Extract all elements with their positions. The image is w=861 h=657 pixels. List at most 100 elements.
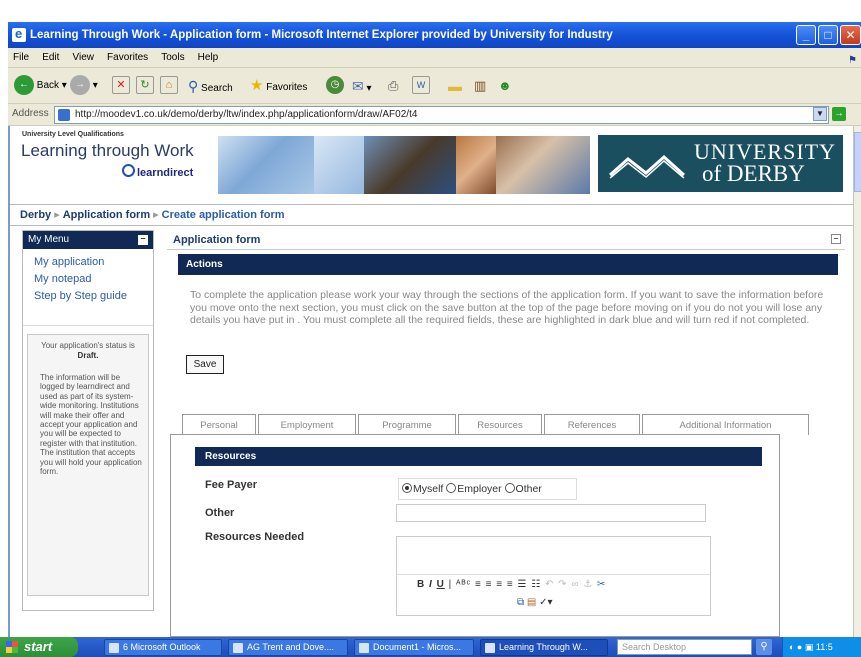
breadcrumb-separator-icon: ▸ [54, 209, 60, 221]
clock: 11:5 [815, 642, 833, 652]
bullet-list-icon[interactable]: ☰ [517, 579, 527, 590]
menu-link-my-application[interactable]: My application [23, 254, 153, 271]
anchor-icon[interactable]: ⚓ [583, 579, 593, 590]
fee-payer-label: Fee Payer [205, 479, 257, 491]
editor-toolbar: B I U | ᴬᴮᶜ ≡ ≡ ≡ ≡ ☰ ☷ ↶ ↷ ∞ ⚓ ✂ [417, 579, 607, 590]
spellcheck-icon[interactable]: ✓▾ [539, 597, 552, 608]
vertical-scrollbar[interactable] [853, 126, 861, 637]
university-of-derby-logo[interactable]: UNIVERSITY of DERBY [598, 135, 843, 192]
messenger-icon: ☻ [498, 78, 512, 93]
search-desktop-input[interactable]: Search Desktop [617, 639, 752, 655]
ltw-logo[interactable]: Learning through Work [21, 141, 194, 161]
messenger-button[interactable]: ☻ [498, 74, 512, 98]
numbered-list-icon[interactable]: ☷ [531, 579, 541, 590]
word-button[interactable]: W [412, 74, 430, 98]
underline-icon[interactable]: U [437, 579, 445, 590]
menu-view[interactable]: View [67, 48, 99, 68]
stop-button[interactable]: ✕ [112, 74, 130, 98]
justify-icon[interactable]: ≡ [507, 579, 514, 590]
breadcrumb-derby[interactable]: Derby [20, 209, 51, 221]
forward-button[interactable]: → ▾ [70, 74, 98, 98]
menu-link-my-notepad[interactable]: My notepad [23, 271, 153, 288]
my-menu-block: My Menu – My application My notepad Step… [22, 230, 154, 611]
info-text: The information will be logged by learnd… [40, 373, 142, 477]
minimize-button[interactable]: _ [796, 25, 816, 45]
strikethrough-icon[interactable]: ᴬᴮᶜ [456, 579, 471, 590]
align-right-icon[interactable]: ≡ [496, 579, 503, 590]
tab-resources[interactable]: Resources [458, 414, 542, 435]
radio-icon [446, 483, 457, 493]
address-dropdown-icon[interactable]: ▼ [813, 107, 827, 121]
other-field[interactable] [396, 504, 706, 522]
stop-icon: ✕ [112, 76, 130, 95]
paste-icon[interactable]: ▤ [527, 597, 536, 608]
my-menu-title: My Menu [28, 234, 70, 245]
breadcrumb-application-form[interactable]: Application form [63, 209, 150, 221]
forward-arrow-icon: → [70, 75, 90, 96]
italic-icon[interactable]: I [429, 579, 433, 590]
tab-programme[interactable]: Programme [358, 414, 456, 435]
task-outlook[interactable]: 6 Microsoft Outlook [104, 639, 222, 656]
tray-icons[interactable]: ◐ ● ▣ [789, 642, 816, 652]
mail-button[interactable]: ✉ ▾ [352, 74, 372, 98]
radio-icon [504, 483, 515, 493]
undo-icon[interactable]: ↶ [545, 579, 554, 590]
bold-icon[interactable]: B [417, 579, 425, 590]
task-document1[interactable]: Document1 - Micros... [354, 639, 474, 656]
resources-needed-textarea[interactable] [397, 537, 710, 575]
close-button[interactable]: ✕ [840, 25, 861, 45]
menu-link-step-by-step[interactable]: Step by Step guide [23, 288, 153, 305]
actions-header: Actions [178, 254, 838, 275]
actions-instructions: To complete the application please work … [190, 289, 824, 326]
fee-option-myself[interactable]: Myself [402, 483, 443, 495]
go-button[interactable]: → Go [832, 106, 861, 138]
menu-edit[interactable]: Edit [37, 48, 64, 68]
browser-toolbar: ← Back ▾ → ▾ ✕ ↻ ⌂ ⚲ Search ★ Favorites … [8, 68, 861, 104]
align-center-icon[interactable]: ≡ [486, 579, 493, 590]
window-titlebar[interactable]: Learning Through Work - Application form… [8, 22, 861, 48]
folder-icon: ▬ [448, 78, 462, 94]
favorites-button[interactable]: ★ Favorites [250, 74, 307, 98]
save-button[interactable]: Save [186, 355, 224, 374]
photo-office [218, 136, 314, 194]
menu-favorites[interactable]: Favorites [102, 48, 153, 68]
redo-icon[interactable]: ↷ [558, 579, 567, 590]
copy-icon[interactable]: ⧉ [517, 597, 524, 608]
tab-personal[interactable]: Personal [182, 414, 256, 435]
back-button[interactable]: ← Back ▾ [14, 74, 67, 98]
link-icon[interactable]: ∞ [571, 579, 579, 590]
search-icon[interactable]: ⚲ [756, 639, 772, 655]
application-form-heading: Application form – [167, 230, 845, 250]
address-input[interactable]: http://moodev1.co.uk/demo/derby/ltw/inde… [54, 106, 829, 124]
tab-references[interactable]: References [544, 414, 640, 435]
collapse-menu-icon[interactable]: – [138, 234, 148, 245]
research-button[interactable]: ▥ [474, 74, 486, 98]
menu-tools[interactable]: Tools [156, 48, 189, 68]
maximize-button[interactable]: □ [818, 25, 838, 45]
windows-logo-icon: ⚑ [848, 55, 857, 66]
tab-employment[interactable]: Employment [258, 414, 356, 435]
start-button[interactable]: start [0, 637, 78, 657]
scrollbar-thumb[interactable] [854, 132, 861, 192]
derby-waves-icon [609, 154, 686, 179]
menu-file[interactable]: File [8, 48, 34, 68]
history-button[interactable]: ◷ [326, 74, 344, 98]
home-button[interactable]: ⌂ [160, 74, 178, 98]
cut-icon[interactable]: ✂ [597, 579, 606, 590]
tab-additional-information[interactable]: Additional Information [642, 414, 809, 435]
fee-option-other[interactable]: Other [504, 483, 542, 495]
task-ag-trent[interactable]: AG Trent and Dove.... [228, 639, 348, 656]
task-learning-through-work[interactable]: Learning Through W... [480, 639, 608, 656]
print-button[interactable]: ⎙ [388, 74, 398, 98]
desktop-background [0, 0, 861, 22]
photo-reading [314, 136, 364, 194]
align-left-icon[interactable]: ≡ [475, 579, 482, 590]
refresh-button[interactable]: ↻ [136, 74, 154, 98]
fee-option-employer[interactable]: Employer [446, 483, 502, 495]
search-button[interactable]: ⚲ Search [188, 74, 233, 98]
menu-help[interactable]: Help [193, 48, 224, 68]
folder-button[interactable]: ▬ [448, 74, 462, 98]
radio-checked-icon [402, 483, 412, 493]
collapse-section-icon[interactable]: – [831, 234, 841, 244]
page-icon [58, 109, 70, 121]
